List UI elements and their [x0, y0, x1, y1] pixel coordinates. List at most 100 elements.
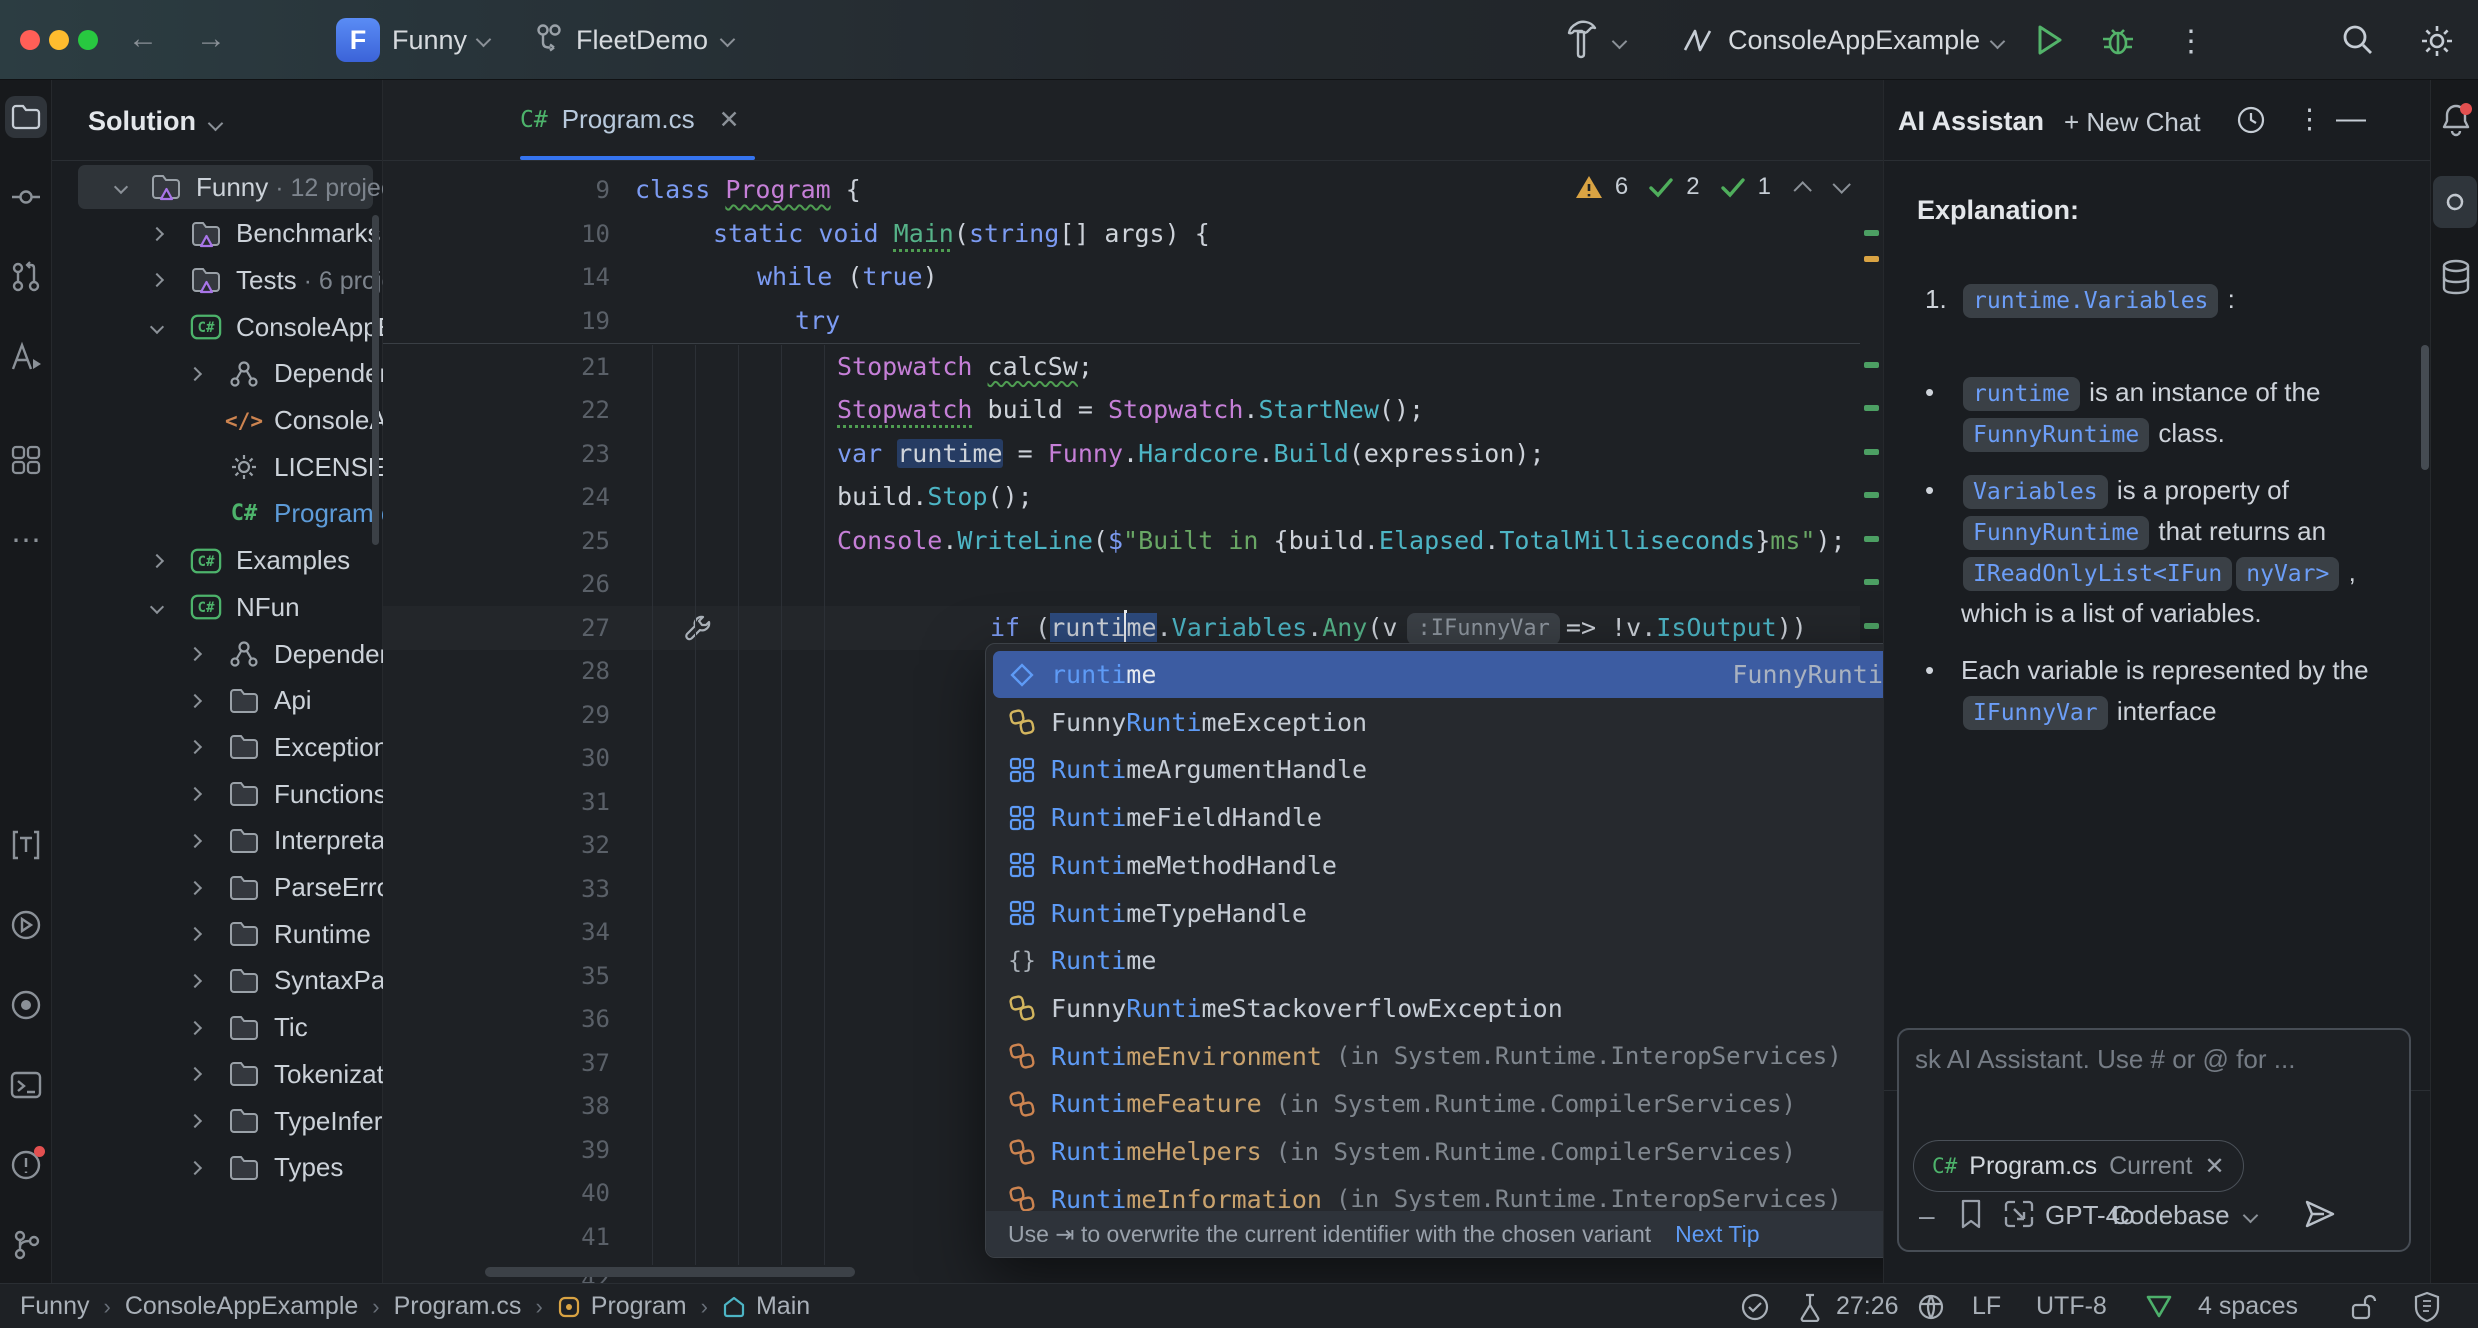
- line-number[interactable]: 41: [383, 1215, 610, 1259]
- settings-gear-icon[interactable]: [2418, 22, 2456, 60]
- chevron-right-icon[interactable]: [150, 554, 164, 568]
- attach-image-icon[interactable]: [2003, 1198, 2035, 1230]
- inspections-widget[interactable]: 6 2 1: [1575, 173, 1851, 201]
- chevron-down-icon[interactable]: [150, 600, 164, 614]
- localization-icon[interactable]: [1916, 1284, 1946, 1328]
- new-chat-button[interactable]: + New Chat: [2064, 107, 2201, 138]
- tab-program-cs[interactable]: C# Program.cs ✕: [520, 80, 740, 159]
- quick-fix-wrench-icon[interactable]: [683, 614, 713, 644]
- line-number[interactable]: 33: [383, 867, 610, 911]
- kebab-menu-icon[interactable]: ⋮: [2296, 104, 2323, 135]
- chevron-right-icon[interactable]: [188, 834, 202, 848]
- indent-setting[interactable]: 4 spaces: [2198, 1284, 2298, 1328]
- chevron-right-icon[interactable]: [188, 1067, 202, 1081]
- chevron-right-icon[interactable]: [188, 974, 202, 988]
- components-icon[interactable]: [5, 439, 47, 481]
- line-number[interactable]: 29: [383, 693, 610, 737]
- project-switcher[interactable]: Funny: [392, 25, 467, 56]
- no-problems-icon[interactable]: [1740, 1284, 1770, 1328]
- tree-item-exceptions[interactable]: Exceptions: [52, 724, 383, 770]
- line-number[interactable]: 14: [383, 255, 610, 299]
- stripe-warning-mark[interactable]: [1864, 256, 1879, 262]
- smart-mode-icon[interactable]: [2144, 1284, 2174, 1328]
- minimize-window-button[interactable]: [49, 30, 69, 50]
- breadcrumb-item[interactable]: Program: [591, 1292, 687, 1321]
- chevron-right-icon[interactable]: [188, 1114, 202, 1128]
- tree-item-program-cs[interactable]: C#Program.cs: [52, 491, 383, 537]
- tree-item-types[interactable]: Types: [52, 1145, 383, 1191]
- tree-item-consoleappexample[interactable]: C#ConsoleAppExample: [52, 304, 383, 350]
- completion-item-runtimefieldhandle[interactable]: RuntimeFieldHandle: [993, 794, 1931, 841]
- horizontal-scrollbar[interactable]: [485, 1267, 855, 1277]
- tree-item-consoleappexample-csproj-d[interactable]: </>ConsoleAppExample.csproj.D: [52, 398, 383, 444]
- breadcrumb-item[interactable]: ConsoleAppExample: [125, 1292, 358, 1321]
- collapse-icon[interactable]: –: [1919, 1200, 1935, 1232]
- close-icon[interactable]: ✕: [719, 105, 740, 135]
- tree-item-funny[interactable]: Funny · 12 projects: [52, 164, 383, 210]
- tree-item-typeinferenceadapter[interactable]: TypeInferenceAdapter: [52, 1098, 383, 1144]
- line-number[interactable]: 40: [383, 1171, 610, 1215]
- tree-item-tokenization[interactable]: Tokenization: [52, 1051, 383, 1097]
- tree-item-examples[interactable]: C#Examples: [52, 538, 383, 584]
- line-number[interactable]: 21: [383, 345, 610, 389]
- commits-icon[interactable]: [5, 176, 47, 218]
- chevron-right-icon[interactable]: [188, 927, 202, 941]
- line-number[interactable]: 27: [383, 606, 610, 650]
- chevron-right-icon[interactable]: [188, 740, 202, 754]
- line-number[interactable]: 32: [383, 823, 610, 867]
- database-icon[interactable]: [2439, 258, 2473, 296]
- line-number[interactable]: 37: [383, 1041, 610, 1085]
- completion-item-runtimemethodhandle[interactable]: RuntimeMethodHandle: [993, 842, 1931, 889]
- chevron-down-icon[interactable]: [1614, 34, 1625, 52]
- completion-item-runtimetypehandle[interactable]: RuntimeTypeHandle: [993, 890, 1931, 937]
- tree-item-functions[interactable]: Functions: [52, 771, 383, 817]
- completion-item-funnyruntimeexception[interactable]: FunnyRuntimeException: [993, 699, 1931, 746]
- pull-requests-icon[interactable]: [5, 256, 47, 298]
- completion-item-funnyruntimestackoverflowexception[interactable]: FunnyRuntimeStackoverflowException: [993, 985, 1931, 1032]
- breadcrumb-item[interactable]: Main: [756, 1292, 810, 1321]
- tree-item-tic[interactable]: Tic: [52, 1005, 383, 1051]
- stripe-ok-mark[interactable]: [1864, 405, 1879, 411]
- chevron-down-icon[interactable]: [210, 116, 221, 134]
- line-ending[interactable]: LF: [1972, 1284, 2001, 1328]
- completion-item-runtime[interactable]: {}Runtime: [993, 937, 1931, 984]
- tree-item-license[interactable]: LICENSE: [52, 444, 383, 490]
- tree-item-parseerrors[interactable]: ParseErrors: [52, 865, 383, 911]
- line-number[interactable]: 35: [383, 954, 610, 998]
- coverage-icon[interactable]: [5, 984, 47, 1026]
- debug-button[interactable]: [2100, 22, 2136, 58]
- completion-item-runtimehelpers[interactable]: RuntimeHelpers(in System.Runtime.Compile…: [993, 1128, 1931, 1175]
- line-number[interactable]: 24: [383, 475, 610, 519]
- line-number[interactable]: 10: [383, 212, 610, 256]
- chevron-right-icon[interactable]: [150, 273, 164, 287]
- back-icon[interactable]: ←: [128, 22, 158, 56]
- problems-icon[interactable]: [5, 1144, 47, 1186]
- stripe-ok-mark[interactable]: [1864, 230, 1879, 236]
- line-number[interactable]: 25: [383, 519, 610, 563]
- unlock-icon[interactable]: [2348, 1284, 2378, 1328]
- chevron-right-icon[interactable]: [188, 694, 202, 708]
- run-config-selector[interactable]: ConsoleAppExample: [1728, 25, 1980, 56]
- tree-item-interpretation[interactable]: Interpretation: [52, 818, 383, 864]
- ai-assistant-icon[interactable]: [2433, 176, 2477, 228]
- line-number[interactable]: 19: [383, 299, 610, 343]
- tree-item-runtime[interactable]: Runtime: [52, 911, 383, 957]
- completion-item-runtimeargumenthandle[interactable]: RuntimeArgumentHandle: [993, 746, 1931, 793]
- bookmark-icon[interactable]: [1957, 1198, 1987, 1232]
- breadcrumb-item[interactable]: Program.cs: [394, 1292, 522, 1321]
- line-number[interactable]: 31: [383, 780, 610, 824]
- run-tests-icon[interactable]: [1796, 1284, 1824, 1328]
- chevron-right-icon[interactable]: [150, 227, 164, 241]
- send-icon[interactable]: [2303, 1198, 2337, 1230]
- analysis-icon[interactable]: [5, 336, 47, 378]
- stripe-ok-mark[interactable]: [1864, 623, 1879, 629]
- panel-title[interactable]: Solution: [88, 106, 196, 137]
- files-icon[interactable]: [5, 96, 47, 138]
- context-selector[interactable]: Codebase: [2111, 1200, 2230, 1231]
- tree-item-syntaxparsing[interactable]: SyntaxParsing: [52, 958, 383, 1004]
- remove-chip-icon[interactable]: ✕: [2204, 1152, 2224, 1181]
- stripe-ok-mark[interactable]: [1864, 492, 1879, 498]
- chevron-down-icon[interactable]: [2245, 1208, 2256, 1226]
- shield-icon[interactable]: [2412, 1284, 2442, 1328]
- next-problem-icon[interactable]: [1832, 175, 1850, 193]
